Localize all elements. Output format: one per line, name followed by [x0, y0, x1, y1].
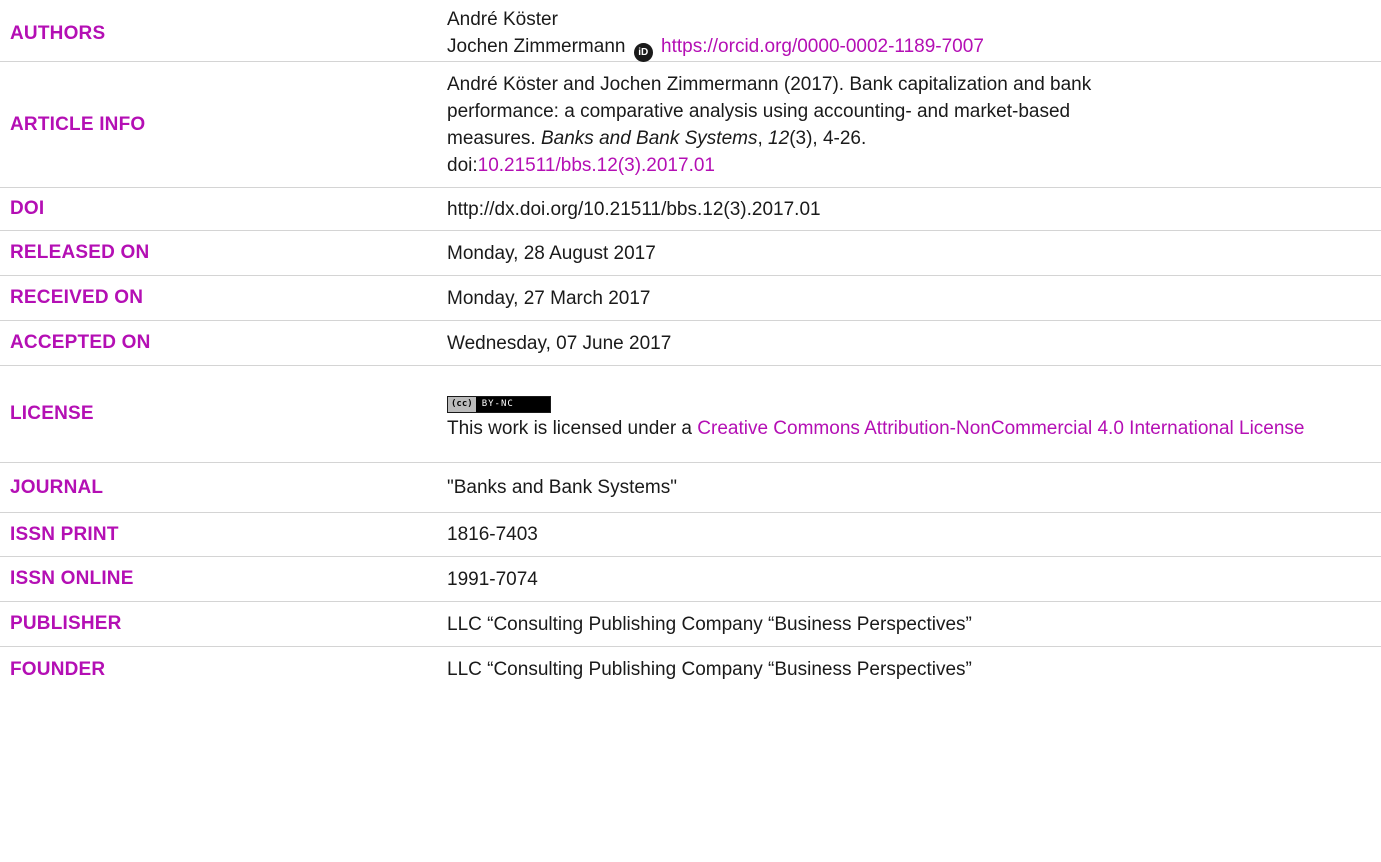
- license-text-prefix: This work is licensed under a: [447, 417, 698, 439]
- article-info-label: ARTICLE INFO: [10, 113, 146, 135]
- row-doi: DOI http://dx.doi.org/10.21511/bbs.12(3)…: [0, 188, 1381, 231]
- doi-link[interactable]: 10.21511/bbs.12(3).2017.01: [478, 155, 715, 176]
- row-founder: FOUNDER LLC “Consulting Publishing Compa…: [0, 647, 1381, 692]
- publisher-value: LLC “Consulting Publishing Company “Busi…: [447, 613, 972, 635]
- issn-online-label: ISSN ONLINE: [10, 568, 134, 589]
- row-journal: JOURNAL "Banks and Bank Systems": [0, 463, 1381, 513]
- orcid-link[interactable]: https://orcid.org/0000-0002-1189-7007: [661, 36, 984, 57]
- row-released-on: RELEASED ON Monday, 28 August 2017: [0, 231, 1381, 276]
- license-value: (cc) BY-NC This work is licensed under a…: [447, 387, 1337, 442]
- row-article-info: ARTICLE INFO André Köster and Jochen Zim…: [0, 62, 1381, 188]
- released-on-label: RELEASED ON: [10, 242, 150, 263]
- license-label: LICENSE: [10, 403, 94, 424]
- orcid-id-icon: iD: [633, 42, 653, 62]
- accepted-on-value: Wednesday, 07 June 2017: [447, 332, 672, 354]
- citation-issue-pages: (3), 4-26.: [789, 127, 867, 149]
- citation-volume: 12: [768, 127, 790, 149]
- row-license: LICENSE (cc) BY-NC This work is licensed…: [0, 366, 1381, 463]
- citation-separator: ,: [757, 127, 769, 149]
- doi-value: http://dx.doi.org/10.21511/bbs.12(3).201…: [447, 198, 821, 220]
- journal-label: JOURNAL: [10, 476, 104, 498]
- row-received-on: RECEIVED ON Monday, 27 March 2017: [0, 276, 1381, 321]
- row-accepted-on: ACCEPTED ON Wednesday, 07 June 2017: [0, 321, 1381, 366]
- article-metadata-table: AUTHORS André Köster Jochen Zimmermann i…: [0, 6, 1381, 692]
- authors-value: André Köster Jochen Zimmermann iD https:…: [447, 6, 1381, 62]
- author-name: André Köster: [447, 8, 558, 30]
- row-authors: AUTHORS André Köster Jochen Zimmermann i…: [0, 6, 1381, 62]
- accepted-on-label: ACCEPTED ON: [10, 332, 151, 353]
- received-on-value: Monday, 27 March 2017: [447, 287, 651, 309]
- issn-online-value: 1991-7074: [447, 568, 538, 590]
- received-on-label: RECEIVED ON: [10, 287, 144, 308]
- row-issn-online: ISSN ONLINE 1991-7074: [0, 557, 1381, 602]
- founder-value: LLC “Consulting Publishing Company “Busi…: [447, 659, 972, 680]
- doi-label: DOI: [10, 198, 45, 219]
- issn-print-label: ISSN PRINT: [10, 523, 119, 545]
- authors-label: AUTHORS: [10, 22, 106, 44]
- author-entry: Jochen Zimmermann iD https://orcid.org/0…: [447, 33, 1361, 62]
- row-issn-print: ISSN PRINT 1816-7403: [0, 513, 1381, 557]
- author-name: Jochen Zimmermann: [447, 35, 626, 57]
- row-publisher: PUBLISHER LLC “Consulting Publishing Com…: [0, 602, 1381, 647]
- journal-value: "Banks and Bank Systems": [447, 477, 677, 498]
- doi-prefix: doi:: [447, 154, 478, 176]
- issn-print-value: 1816-7403: [447, 524, 538, 545]
- citation-journal: Banks and Bank Systems: [540, 127, 758, 149]
- released-on-value: Monday, 28 August 2017: [447, 242, 656, 264]
- founder-label: FOUNDER: [10, 658, 106, 680]
- license-text: This work is licensed under a Creative C…: [447, 415, 1317, 442]
- publisher-label: PUBLISHER: [10, 613, 122, 634]
- citation-text: André Köster and Jochen Zimmermann (2017…: [447, 71, 1157, 179]
- cc-by-nc-badge[interactable]: (cc) BY-NC: [447, 395, 551, 413]
- cc-badge-left: (cc): [448, 396, 476, 412]
- cc-badge-right: BY-NC: [481, 398, 514, 409]
- license-link[interactable]: Creative Commons Attribution-NonCommerci…: [697, 418, 1304, 439]
